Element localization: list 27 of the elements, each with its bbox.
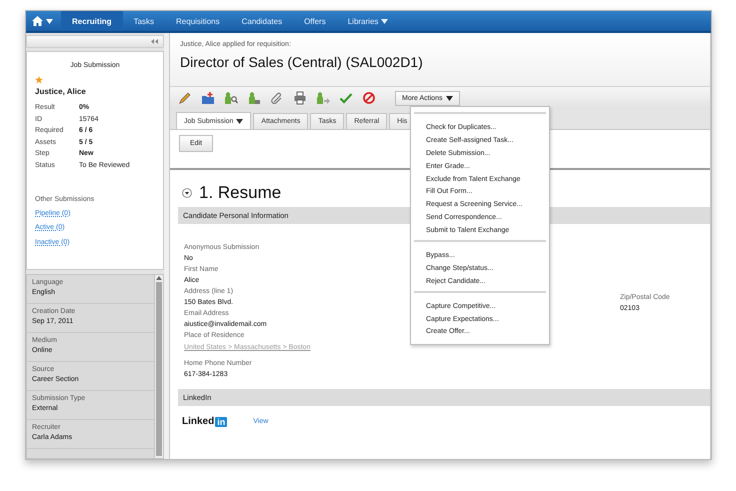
collapse-circle-icon[interactable] <box>182 188 192 198</box>
candidate-name: Justice, Alice <box>35 87 87 96</box>
scrollbar[interactable] <box>154 275 163 458</box>
printer-icon[interactable] <box>293 91 307 105</box>
scroll-up-icon <box>156 275 162 280</box>
folder-icon[interactable] <box>201 91 215 105</box>
section-heading: 1. Resume <box>199 183 282 203</box>
person-arrow-icon[interactable] <box>316 91 330 105</box>
logo-badge: in <box>215 416 228 426</box>
caret-icon <box>46 18 53 24</box>
nav-tab[interactable]: Libraries <box>336 11 400 31</box>
home-icon <box>32 16 43 26</box>
check-icon[interactable] <box>339 91 353 105</box>
caret-icon <box>446 96 454 100</box>
nav-tab[interactable]: Requisitions <box>165 11 231 31</box>
pencil-icon[interactable] <box>178 91 192 105</box>
paperclip-icon[interactable] <box>270 91 284 105</box>
nav-tab[interactable]: Recruiting <box>61 11 123 31</box>
nav-tab[interactable]: Tasks <box>122 11 166 31</box>
person-group-icon[interactable] <box>247 91 261 105</box>
nav-tab[interactable]: Candidates <box>230 11 294 31</box>
requisition-title: Director of Sales (Central) (SAL002D1) <box>180 54 424 70</box>
person-search-icon[interactable] <box>224 91 238 105</box>
collapse-icon[interactable] <box>151 39 158 44</box>
prohibited-icon[interactable] <box>362 91 376 105</box>
nav-tab[interactable]: Offers <box>293 11 337 31</box>
logo-text: Linked <box>182 416 214 427</box>
